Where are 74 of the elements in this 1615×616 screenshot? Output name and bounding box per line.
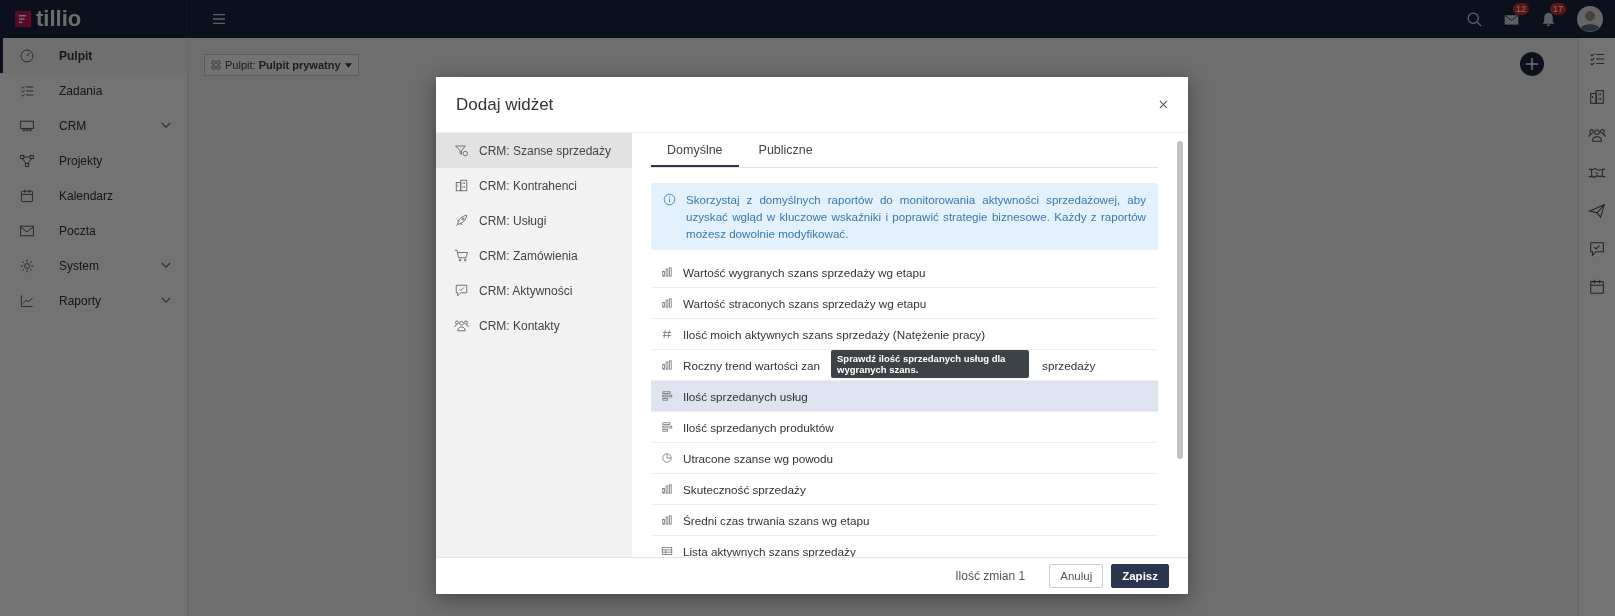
grid-icon (211, 60, 221, 70)
category-item[interactable]: CRM: Szanse sprzedaży (436, 133, 632, 168)
widget-item[interactable]: Wartość wygranych szans sprzedaży wg etapu (651, 257, 1158, 288)
tab[interactable]: Domyślne (651, 135, 739, 167)
cancel-button[interactable]: Anuluj (1049, 564, 1104, 588)
sidebar-icon (19, 47, 35, 64)
widget-item[interactable]: Utracone szanse wg powodu (651, 443, 1158, 474)
sidebar-item[interactable]: Kalendarz (0, 178, 187, 213)
chevron-icon (161, 297, 171, 304)
category-icon (454, 248, 469, 263)
widget-type-icon (661, 266, 673, 278)
add-button[interactable] (1520, 52, 1544, 76)
category-icon (454, 318, 469, 333)
rail-icon[interactable] (1588, 126, 1606, 144)
sidebar-icon (19, 292, 35, 309)
sidebar-item[interactable]: System (0, 248, 187, 283)
category-icon (454, 213, 469, 228)
widget-type-icon (661, 452, 673, 464)
widget-type-icon (661, 328, 673, 340)
scrollbar[interactable] (1177, 141, 1183, 459)
info-text: Skorzystaj z domyślnych raportów do monitorowania aktywności sprzedażowej, aby uzyskać wgląd w kluczowe wskaźniki i poprawić strategie biznesowe. Każdy z raportów możesz dowolnie modyfikować. (686, 192, 1146, 242)
notification-badge: 17 (1550, 2, 1566, 15)
rail-icon[interactable] (1588, 278, 1606, 296)
category-item[interactable]: CRM: Usługi (436, 203, 632, 238)
bell-icon[interactable] (1540, 10, 1557, 28)
dashboard-selector[interactable]: Pulpit: Pulpit prywatny (204, 54, 359, 76)
widget-item[interactable]: Wartość straconych szans sprzedaży wg etapu (651, 288, 1158, 319)
rail-icon[interactable] (1588, 202, 1606, 220)
sidebar-icon (19, 187, 35, 204)
caret-icon (344, 62, 352, 68)
rail-icon[interactable] (1588, 88, 1606, 106)
widget-type-icon (661, 421, 673, 433)
sidebar-icon (19, 257, 35, 274)
widget-type-icon (661, 390, 673, 402)
category-item[interactable]: CRM: Zamówienia (436, 238, 632, 273)
widget-type-icon (661, 514, 673, 526)
category-icon (454, 143, 469, 158)
widget-type-icon (661, 483, 673, 495)
widget-item[interactable]: Skuteczność sprzedaży (651, 474, 1158, 505)
tab[interactable]: Publiczne (742, 135, 829, 167)
sidebar-item[interactable]: Zadania (0, 73, 187, 108)
rail-icon[interactable] (1588, 50, 1606, 68)
chevron-icon (161, 122, 171, 129)
avatar[interactable] (1577, 6, 1603, 32)
mail-badge: 12 (1513, 2, 1529, 15)
chevron-icon (161, 262, 171, 269)
widget-type-icon (661, 297, 673, 309)
logo-text: tillio (36, 6, 82, 32)
sidebar-item[interactable]: CRM (0, 108, 187, 143)
category-icon (454, 178, 469, 193)
logo-icon (15, 11, 31, 27)
widget-item[interactable]: Średni czas trwania szans wg etapu (651, 505, 1158, 536)
widget-item[interactable]: Ilość sprzedanych produktów (651, 412, 1158, 443)
change-count: Ilość zmian 1 (955, 569, 1026, 583)
close-icon[interactable] (1159, 100, 1168, 109)
category-item[interactable]: CRM: Kontrahenci (436, 168, 632, 203)
category-item[interactable]: CRM: Aktywności (436, 273, 632, 308)
widget-type-icon (661, 545, 673, 557)
dialog-title: Dodaj widżet (456, 94, 554, 115)
plus-icon (1525, 57, 1539, 71)
sidebar-item[interactable]: Raporty (0, 283, 187, 318)
category-item[interactable]: CRM: Kontakty (436, 308, 632, 343)
search-icon[interactable] (1466, 10, 1483, 28)
info-icon (663, 193, 676, 206)
sidebar-icon (19, 152, 35, 169)
sidebar-item[interactable]: Pulpit (0, 38, 187, 73)
menu-icon[interactable] (212, 13, 226, 25)
widget-type-icon (661, 359, 673, 371)
rail-icon[interactable] (1588, 240, 1606, 258)
sidebar-item[interactable]: Projekty (0, 143, 187, 178)
sidebar-item[interactable]: Poczta (0, 213, 187, 248)
category-icon (454, 283, 469, 298)
save-button[interactable]: Zapisz (1111, 564, 1169, 588)
tooltip: Sprawdź ilość sprzedanych usług dla wygranych szans. (831, 350, 1029, 378)
